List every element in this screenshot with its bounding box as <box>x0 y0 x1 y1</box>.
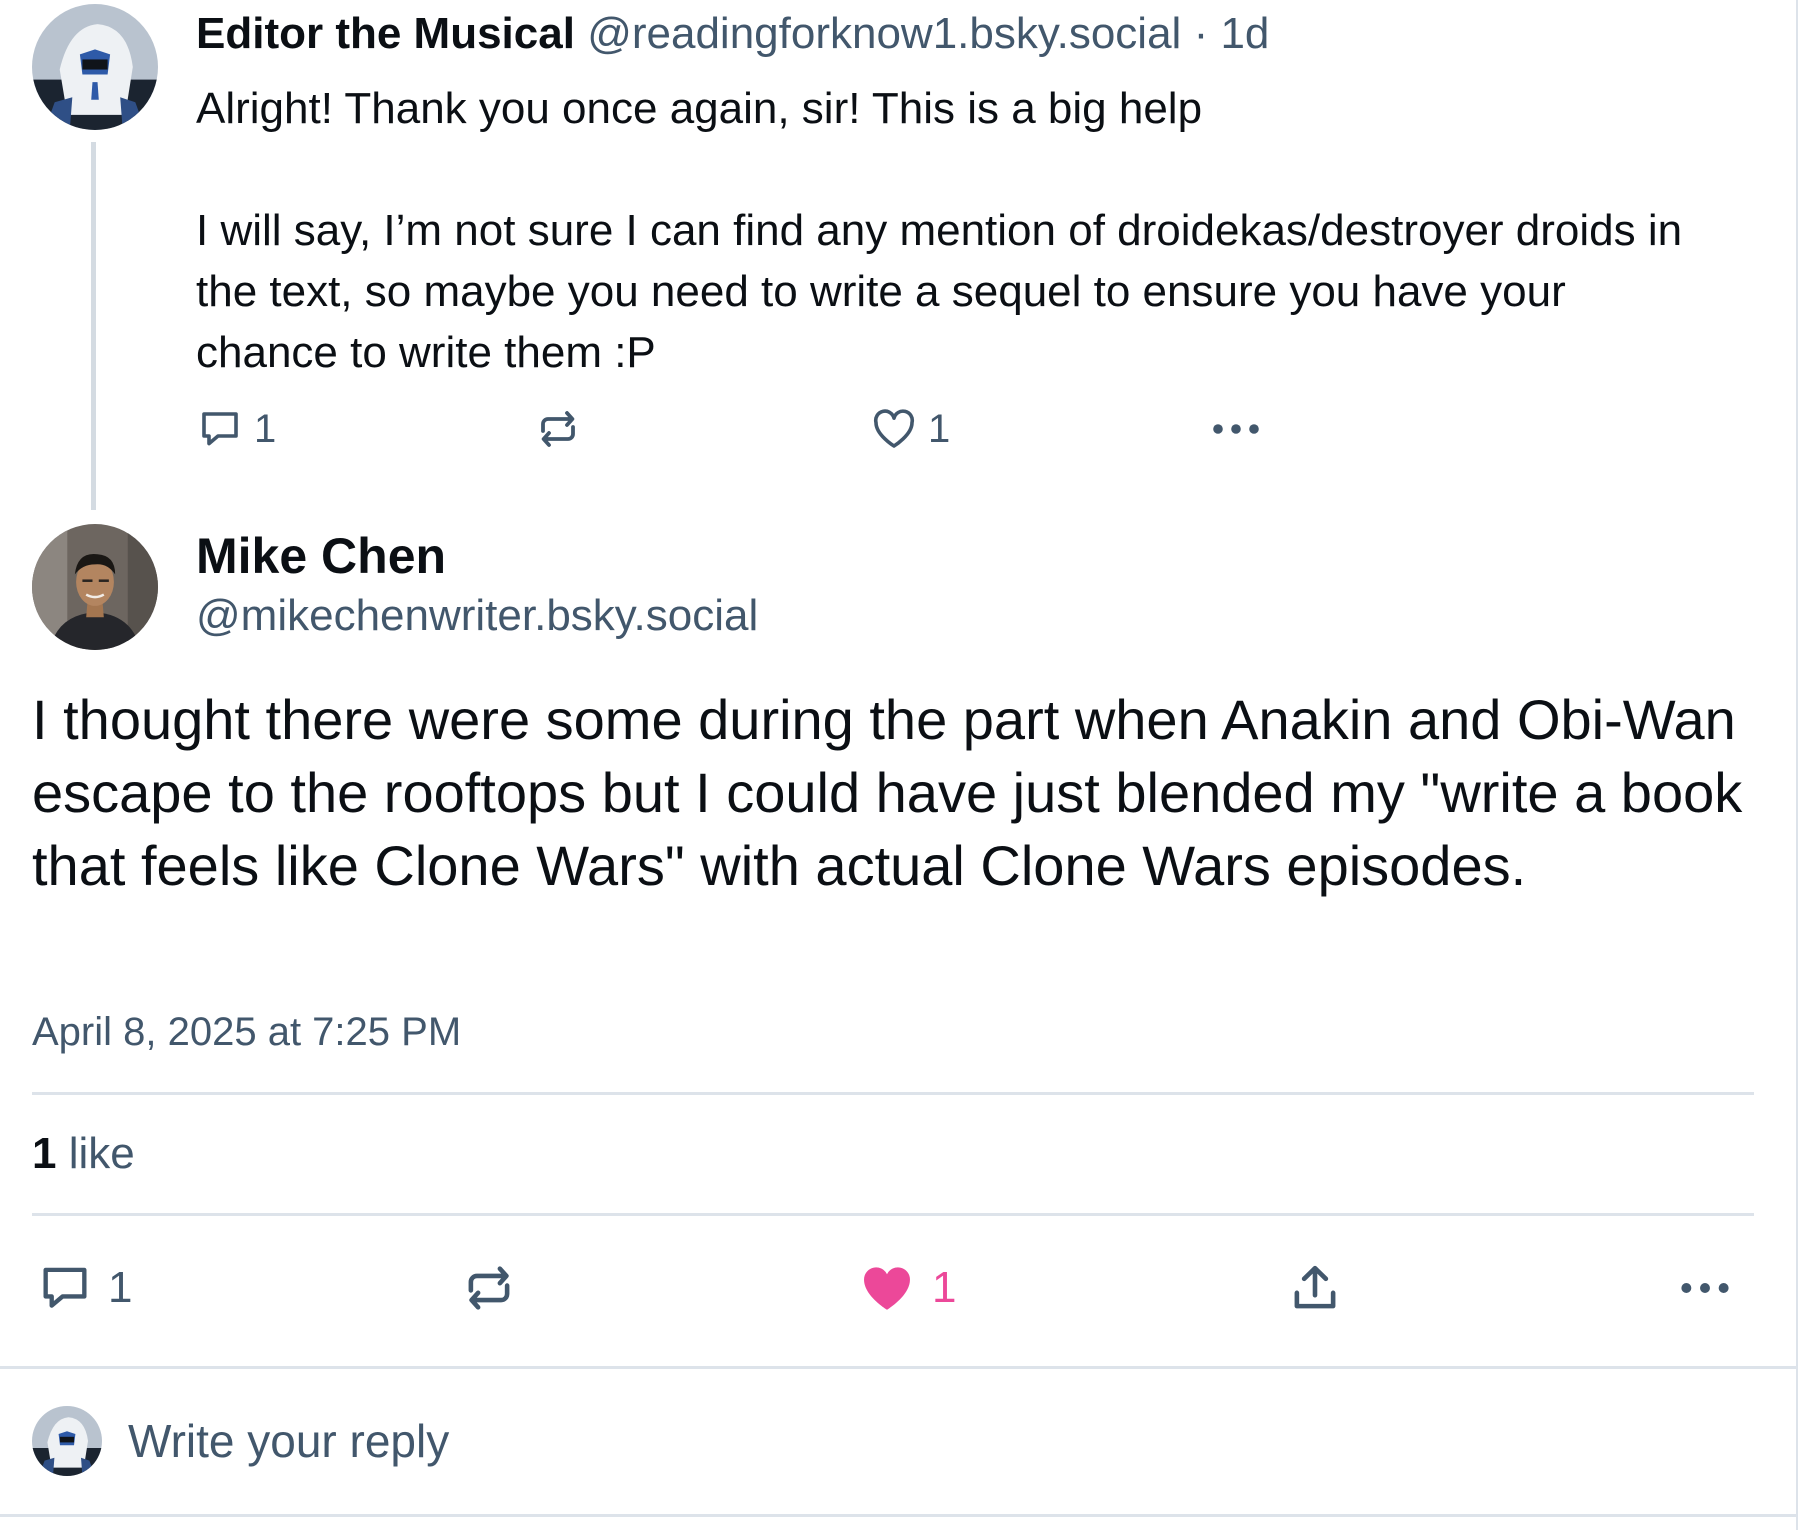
main-like-button[interactable]: 1 <box>856 1258 956 1318</box>
parent-post-header: Editor the Musical @readingforknow1.bsky… <box>196 6 1269 62</box>
more-options-icon <box>1213 424 1259 434</box>
likes-summary-count: 1 <box>32 1129 57 1178</box>
parent-post-paragraph: Alright! Thank you once again, sir! This… <box>196 84 1203 133</box>
main-repost-button[interactable] <box>460 1258 518 1318</box>
main-reply-count: 1 <box>108 1263 133 1312</box>
main-like-count: 1 <box>932 1263 957 1312</box>
main-author-avatar[interactable] <box>32 524 158 650</box>
reply-composer[interactable]: Write your reply <box>0 1368 1796 1514</box>
right-border <box>1796 0 1798 1530</box>
repost-icon <box>468 1266 510 1310</box>
likes-summary-label: like <box>68 1129 135 1178</box>
header-separator: · <box>1193 9 1209 58</box>
parent-like-count: 1 <box>928 406 951 451</box>
reply-bubble-icon <box>43 1267 87 1308</box>
main-more-options-button[interactable] <box>1676 1258 1734 1318</box>
parent-repost-button[interactable] <box>534 402 582 456</box>
parent-post-age[interactable]: 1d <box>1220 9 1269 58</box>
parent-like-button[interactable]: 1 <box>870 402 950 456</box>
more-options-icon <box>1681 1283 1729 1293</box>
thread-connector-line <box>91 142 96 510</box>
share-icon <box>1294 1265 1336 1309</box>
parent-post-text: Alright! Thank you once again, sir! This… <box>196 78 1716 383</box>
parent-author-name[interactable]: Editor the Musical <box>196 9 575 58</box>
heart-filled-icon <box>864 1267 910 1310</box>
parent-post-actions: 1 1 <box>196 402 1456 456</box>
parent-author-avatar[interactable] <box>32 4 158 130</box>
divider <box>32 1092 1754 1095</box>
parent-more-options-button[interactable] <box>1208 402 1264 456</box>
parent-reply-count: 1 <box>254 406 277 451</box>
likes-summary-link[interactable]: 1 like <box>32 1126 135 1182</box>
parent-reply-button[interactable]: 1 <box>196 402 276 456</box>
main-reply-button[interactable]: 1 <box>36 1258 132 1318</box>
parent-post-paragraph: I will say, I’m not sure I can find any … <box>196 206 1683 377</box>
main-post-timestamp: April 8, 2025 at 7:25 PM <box>32 1010 462 1054</box>
main-author-name[interactable]: Mike Chen <box>196 526 446 586</box>
heart-outline-icon <box>873 409 915 448</box>
share-button[interactable] <box>1286 1258 1344 1318</box>
main-post-text: I thought there were some during the par… <box>32 688 1743 897</box>
parent-post[interactable]: Editor the Musical @readingforknow1.bsky… <box>0 0 1790 525</box>
reply-bubble-icon <box>202 412 238 446</box>
current-user-avatar <box>32 1406 102 1476</box>
reply-input-placeholder[interactable]: Write your reply <box>128 1412 449 1470</box>
divider <box>0 1514 1796 1517</box>
divider <box>32 1213 1754 1216</box>
parent-author-handle[interactable]: @readingforknow1.bsky.social <box>587 9 1181 58</box>
repost-icon <box>541 411 575 447</box>
main-author-handle[interactable]: @mikechenwriter.bsky.social <box>196 588 758 644</box>
main-post-actions: 1 1 <box>36 1258 1746 1318</box>
